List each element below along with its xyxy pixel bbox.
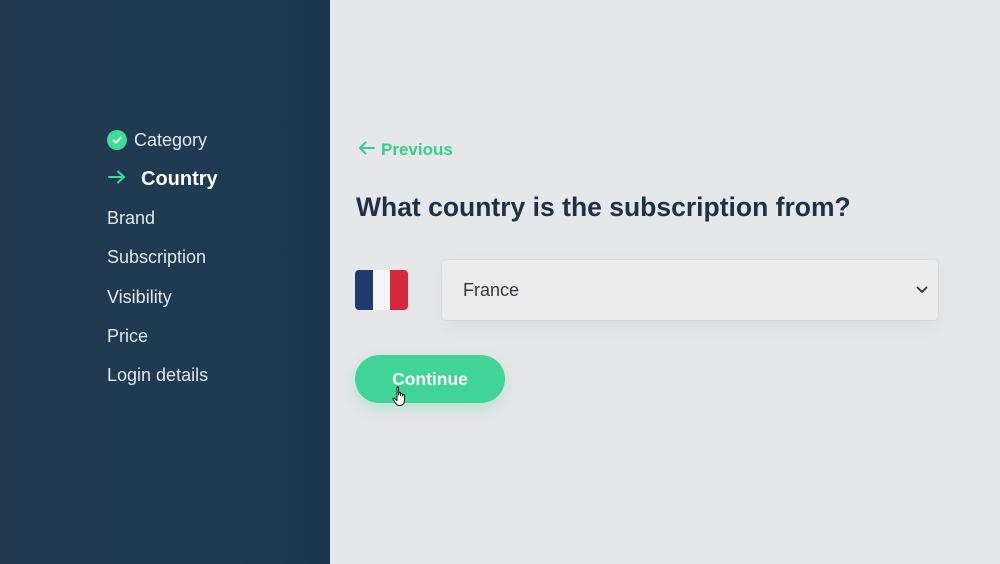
arrow-right-icon bbox=[107, 169, 127, 189]
step-label: Login details bbox=[107, 365, 209, 386]
france-flag-icon bbox=[355, 270, 408, 310]
check-circle-icon bbox=[107, 130, 127, 150]
hand-cursor-icon bbox=[392, 386, 410, 413]
previous-link[interactable]: Previous bbox=[358, 140, 453, 160]
chevron-down-icon bbox=[916, 286, 928, 294]
step-country[interactable]: Country bbox=[107, 167, 218, 191]
step-label: Price bbox=[107, 325, 149, 346]
country-select[interactable]: France bbox=[442, 260, 938, 320]
continue-button[interactable]: Continue bbox=[355, 355, 505, 403]
step-label: Country bbox=[141, 167, 218, 190]
main-panel: Previous What country is the subscriptio… bbox=[330, 0, 1000, 564]
step-label: Brand bbox=[107, 208, 156, 229]
previous-label: Previous bbox=[381, 140, 453, 159]
sidebar: Category Country Brand Subscription Visi… bbox=[0, 0, 330, 564]
step-list: Category Country Brand Subscription Visi… bbox=[107, 128, 218, 403]
step-brand[interactable]: Brand bbox=[107, 207, 218, 231]
step-price[interactable]: Price bbox=[107, 324, 218, 348]
step-label: Visibility bbox=[107, 286, 172, 307]
step-label: Subscription bbox=[107, 247, 207, 268]
arrow-left-icon bbox=[358, 140, 376, 160]
step-visibility[interactable]: Visibility bbox=[107, 285, 218, 309]
step-login-details[interactable]: Login details bbox=[107, 364, 218, 388]
step-label: Category bbox=[134, 129, 208, 150]
page-title: What country is the subscription from? bbox=[356, 192, 851, 222]
step-subscription[interactable]: Subscription bbox=[107, 246, 218, 270]
step-category[interactable]: Category bbox=[107, 128, 218, 152]
country-select-value: France bbox=[463, 279, 520, 300]
